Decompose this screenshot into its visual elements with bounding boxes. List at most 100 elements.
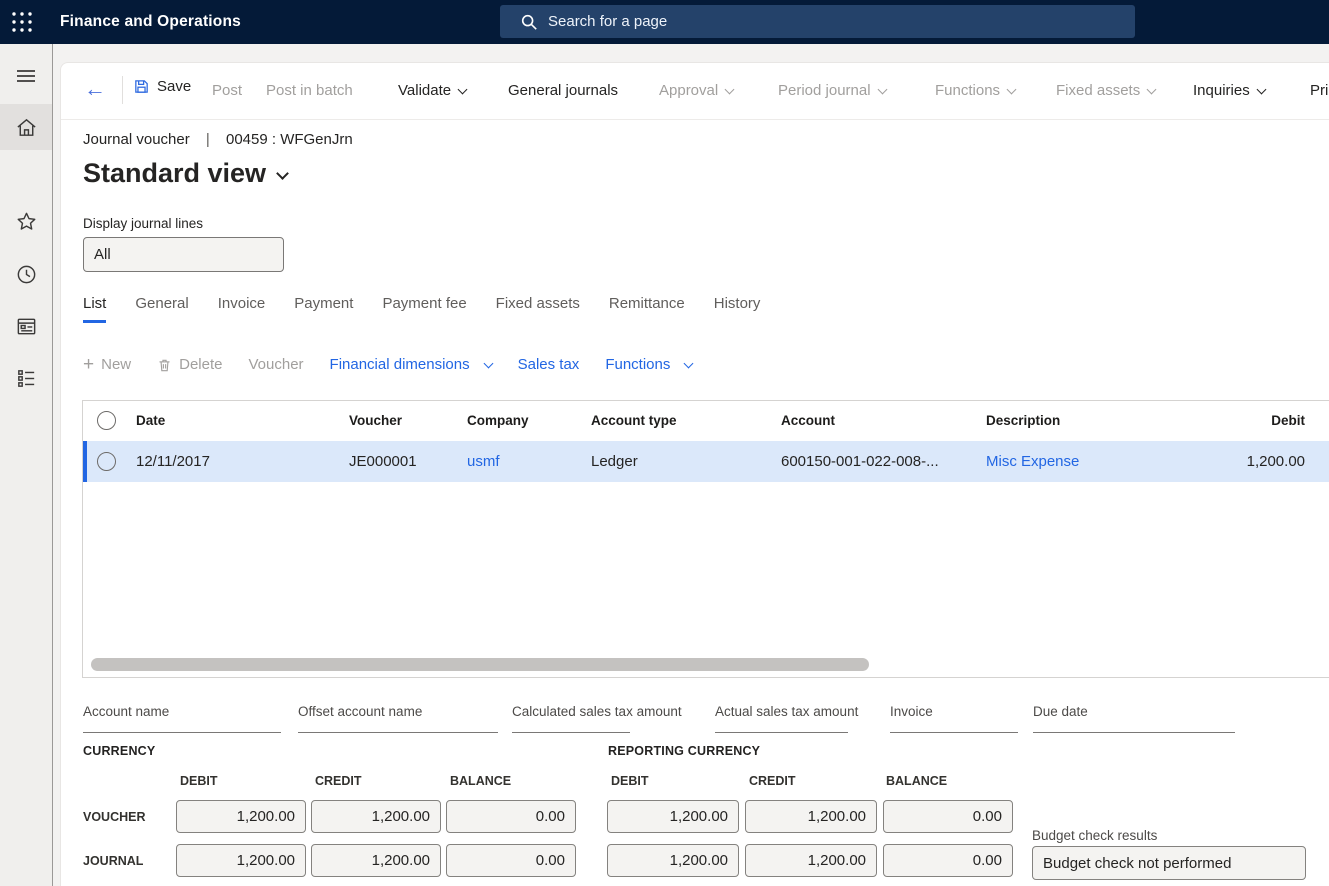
currency-voucher-credit: 1,200.00 bbox=[311, 800, 441, 833]
approval-menu-button: Approval bbox=[659, 82, 733, 99]
cell-account: 600150-001-022-008-... bbox=[781, 453, 939, 470]
plus-icon: + bbox=[83, 357, 94, 372]
cell-company-link[interactable]: usmf bbox=[467, 453, 500, 470]
cell-debit: 1,200.00 bbox=[1247, 453, 1305, 470]
tab-remittance[interactable]: Remittance bbox=[609, 295, 685, 323]
functions-menu-button: Functions bbox=[935, 82, 1015, 99]
tab-payment-fee[interactable]: Payment fee bbox=[382, 295, 466, 323]
column-header-description[interactable]: Description bbox=[986, 413, 1060, 428]
toolbar-separator bbox=[122, 76, 123, 104]
due-date-field[interactable]: Due date bbox=[1033, 702, 1235, 733]
currency-balance-header: BALANCE bbox=[450, 774, 511, 788]
journal-row-label: JOURNAL bbox=[83, 854, 143, 868]
period-journal-menu-button: Period journal bbox=[778, 82, 886, 99]
page-search-input[interactable]: Search for a page bbox=[500, 5, 1135, 38]
grid-functions-menu-button[interactable]: Functions bbox=[605, 356, 692, 373]
tab-payment[interactable]: Payment bbox=[294, 295, 353, 323]
record-type: Journal voucher bbox=[83, 131, 190, 148]
nav-sidebar bbox=[0, 44, 53, 886]
select-all-radio[interactable] bbox=[97, 411, 116, 430]
modules-list-icon[interactable] bbox=[0, 356, 52, 400]
view-selector[interactable]: Standard view bbox=[83, 158, 287, 189]
post-in-batch-button: Post in batch bbox=[266, 82, 353, 99]
record-id: 00459 : WFGenJrn bbox=[226, 131, 353, 148]
actual-sales-tax-amount-field[interactable]: Actual sales tax amount bbox=[715, 702, 848, 733]
reporting-currency-section-title: REPORTING CURRENCY bbox=[608, 744, 760, 758]
display-journal-lines-label: Display journal lines bbox=[83, 216, 203, 231]
chevron-down-icon bbox=[1256, 85, 1266, 95]
save-button[interactable]: Save bbox=[133, 78, 191, 95]
breadcrumb: Journal voucher | 00459 : WFGenJrn bbox=[83, 131, 353, 148]
save-floppy-icon bbox=[133, 78, 150, 95]
tab-invoice[interactable]: Invoice bbox=[218, 295, 266, 323]
table-row[interactable]: 12/11/2017 JE000001 usmf Ledger 600150-0… bbox=[83, 441, 1329, 482]
chevron-down-icon bbox=[458, 85, 468, 95]
currency-journal-balance: 0.00 bbox=[446, 844, 576, 877]
account-name-field[interactable]: Account name bbox=[83, 702, 281, 733]
post-button: Post bbox=[212, 82, 242, 99]
currency-credit-header: CREDIT bbox=[315, 774, 362, 788]
tab-strip: List General Invoice Payment Payment fee… bbox=[83, 295, 760, 323]
general-journals-button[interactable]: General journals bbox=[508, 82, 618, 99]
column-header-account-type[interactable]: Account type bbox=[591, 413, 677, 428]
budget-check-results-field: Budget check not performed bbox=[1032, 846, 1306, 880]
new-button: + New bbox=[83, 356, 131, 373]
breadcrumb-separator: | bbox=[206, 131, 210, 148]
tab-fixed-assets[interactable]: Fixed assets bbox=[496, 295, 580, 323]
reporting-voucher-credit: 1,200.00 bbox=[745, 800, 877, 833]
search-icon bbox=[520, 13, 538, 31]
financial-dimensions-menu-button[interactable]: Financial dimensions bbox=[330, 356, 492, 373]
column-header-account[interactable]: Account bbox=[781, 413, 835, 428]
voucher-row-label: VOUCHER bbox=[83, 810, 146, 824]
reporting-voucher-balance: 0.00 bbox=[883, 800, 1013, 833]
voucher-button: Voucher bbox=[248, 356, 303, 373]
column-header-date[interactable]: Date bbox=[136, 413, 165, 428]
chevron-down-icon bbox=[684, 359, 694, 369]
column-header-debit[interactable]: Debit bbox=[1271, 413, 1305, 428]
calculated-sales-tax-amount-field[interactable]: Calculated sales tax amount bbox=[512, 702, 630, 733]
sales-tax-button[interactable]: Sales tax bbox=[518, 356, 580, 373]
fixed-assets-menu-button: Fixed assets bbox=[1056, 82, 1155, 99]
reporting-credit-header: CREDIT bbox=[749, 774, 796, 788]
chevron-down-icon bbox=[877, 85, 887, 95]
cell-account-type: Ledger bbox=[591, 453, 638, 470]
top-app-bar: Finance and Operations Search for a page bbox=[0, 0, 1329, 44]
row-select-radio[interactable] bbox=[97, 452, 116, 471]
tab-history[interactable]: History bbox=[714, 295, 761, 323]
home-icon[interactable] bbox=[0, 104, 52, 150]
app-launcher-waffle-icon[interactable] bbox=[0, 0, 44, 44]
offset-account-name-field[interactable]: Offset account name bbox=[298, 702, 498, 733]
currency-debit-header: DEBIT bbox=[180, 774, 218, 788]
reporting-journal-debit: 1,200.00 bbox=[607, 844, 739, 877]
app-title: Finance and Operations bbox=[60, 13, 241, 31]
chevron-down-icon bbox=[1147, 85, 1157, 95]
chevron-down-icon bbox=[725, 85, 735, 95]
cell-voucher: JE000001 bbox=[349, 453, 417, 470]
toolbar-divider bbox=[61, 119, 1329, 120]
horizontal-scrollbar-thumb[interactable] bbox=[91, 658, 869, 671]
print-menu-button[interactable]: Print bbox=[1310, 82, 1329, 99]
reporting-journal-balance: 0.00 bbox=[883, 844, 1013, 877]
display-journal-lines-combobox[interactable]: All bbox=[83, 237, 284, 272]
tab-general[interactable]: General bbox=[135, 295, 188, 323]
recent-clock-icon[interactable] bbox=[0, 252, 52, 296]
back-arrow-icon[interactable]: ← bbox=[84, 76, 106, 102]
invoice-field[interactable]: Invoice bbox=[890, 702, 1018, 733]
trash-icon bbox=[157, 357, 172, 373]
chevron-down-icon bbox=[1007, 85, 1017, 95]
tab-list[interactable]: List bbox=[83, 295, 106, 323]
currency-voucher-balance: 0.00 bbox=[446, 800, 576, 833]
column-header-company[interactable]: Company bbox=[467, 413, 529, 428]
cell-description-link[interactable]: Misc Expense bbox=[986, 453, 1079, 470]
hamburger-menu-icon[interactable] bbox=[0, 54, 52, 98]
favorites-star-icon[interactable] bbox=[0, 199, 52, 243]
journal-lines-grid: Date Voucher Company Account type Accoun… bbox=[82, 400, 1329, 678]
validate-menu-button[interactable]: Validate bbox=[398, 82, 466, 99]
inquiries-menu-button[interactable]: Inquiries bbox=[1193, 82, 1265, 99]
chevron-down-icon bbox=[483, 359, 493, 369]
column-header-voucher[interactable]: Voucher bbox=[349, 413, 402, 428]
workspaces-form-icon[interactable] bbox=[0, 304, 52, 348]
grid-action-strip: + New Delete Voucher Financial dimension… bbox=[83, 356, 692, 373]
grid-header-row: Date Voucher Company Account type Accoun… bbox=[83, 401, 1329, 441]
page-title: Standard view bbox=[83, 158, 266, 188]
